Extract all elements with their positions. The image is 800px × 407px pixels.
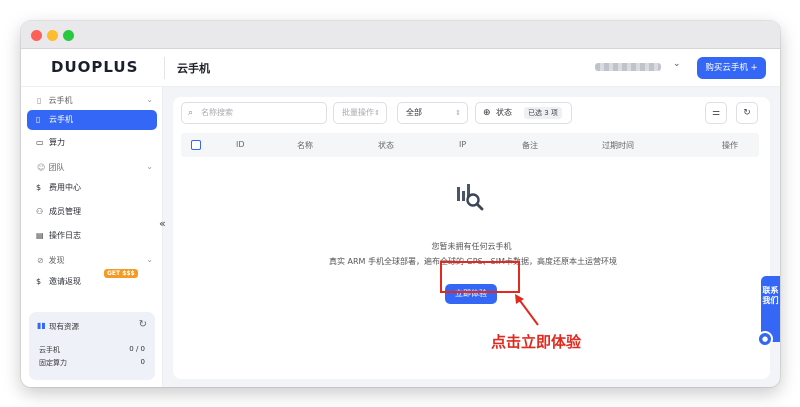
chevron-down-icon: ⌄ [146,162,153,171]
user-group-icon: ⚇ [36,207,44,216]
sidebar-item-compute[interactable]: ▭ 算力 [27,133,157,153]
search-icon: ⌕ [188,108,194,118]
column-header-status[interactable]: 状态 [378,140,394,151]
dollar-icon: $ [36,277,42,286]
window-titlebar [21,21,780,49]
column-header-remark[interactable]: 备注 [522,140,538,151]
batch-operation-label: 批量操作 [342,108,374,117]
phone-outline-icon: ▯ [37,96,42,105]
team-icon: ☺ [37,163,46,172]
table-header: ID 名称 状态 IP 备注 过期时间 操作 [181,133,759,157]
resource-value: 0 / 0 [129,345,145,353]
app-window: DUOPLUS 云手机 ⌄ 购买云手机 + ▯ 云手机 ⌄ ▯ 云手机 ▭ 算力… [21,21,780,387]
minimize-window-button[interactable] [47,30,58,41]
phone-icon: ▯ [36,115,41,124]
sidebar-item-operation-log[interactable]: ▤ 操作日志 [27,226,157,246]
dollar-circle-icon: $ [36,183,42,192]
get-money-badge: GET $$$ [104,269,138,278]
column-header-id[interactable]: ID [236,140,245,149]
plus-circle-icon: ⊕ [483,108,491,118]
status-selected-tag: 已选 3 项 [524,107,562,119]
empty-data-icon [457,184,484,211]
resource-label: 云手机 [39,346,60,354]
batch-operation-select[interactable]: 批量操作 ⇕ [333,102,387,124]
sidebar-group-label: 云手机 [48,96,73,105]
sidebar-group-cloud-phone[interactable]: ▯ 云手机 ⌄ [37,95,157,106]
refresh-icon: ↻ [743,108,751,118]
column-header-name[interactable]: 名称 [297,140,313,151]
select-all-checkbox[interactable] [191,140,201,150]
resource-label: 固定算力 [39,359,67,367]
filter-settings-button[interactable]: ⚌ [705,102,727,124]
collapse-sidebar-icon[interactable]: « [159,217,166,230]
empty-state-title: 您暂未拥有任何云手机 [431,242,512,251]
top-bar: DUOPLUS 云手机 ⌄ 购买云手机 + [21,49,780,87]
search-input[interactable]: ⌕ 名称搜索 [181,102,327,124]
refresh-button[interactable]: ↻ [736,102,758,124]
column-header-ip[interactable]: IP [459,140,466,149]
search-placeholder: 名称搜索 [201,108,233,117]
buy-cloud-phone-button[interactable]: 购买云手机 + [697,57,766,79]
column-header-expiry[interactable]: 过期时间 [602,140,634,151]
resources-card: ▮▮ 现有资源 ↻ 云手机 0 / 0 固定算力 0 [29,312,155,380]
refresh-icon[interactable]: ↻ [139,319,147,330]
sidebar-item-label: 操作日志 [49,231,81,240]
sidebar-item-billing[interactable]: $ 费用中心 [27,178,157,198]
sidebar-group-label: 团队 [48,163,65,172]
sidebar-item-cloud-phone[interactable]: ▯ 云手机 [27,110,157,130]
sliders-icon: ⚌ [711,108,721,118]
chevron-down-icon: ⌄ [146,255,153,264]
sidebar-item-label: 算力 [49,138,65,147]
resources-title: 现有资源 [49,322,79,331]
resource-row-fixed-compute: 固定算力 0 [39,358,145,368]
sidebar-item-invite[interactable]: $ 邀请返现 GET $$$ [27,269,157,292]
resource-value: 0 [140,358,145,366]
sidebar-group-discover[interactable]: ⊘ 发现 ⌄ [37,255,157,266]
divider [164,57,165,79]
sidebar-group-label: 发现 [48,256,65,265]
monitor-icon: ▭ [36,138,44,147]
close-window-button[interactable] [31,30,42,41]
app-logo[interactable]: DUOPLUS [51,58,138,76]
main-panel: ⌕ 名称搜索 批量操作 ⇕ 全部 ⇕ ⊕ 状态 已选 3 项 ⚌ ↻ ID 名称… [173,97,770,379]
sidebar-item-label: 云手机 [49,115,73,124]
chevron-down-icon: ⌄ [146,95,153,104]
log-icon: ▤ [36,231,44,240]
sidebar-item-label: 邀请返现 [49,277,81,286]
resource-row-cloud-phone: 云手机 0 / 0 [39,345,145,355]
annotation-text: 点击立即体验 [491,333,582,351]
sidebar: ▯ 云手机 ⌄ ▯ 云手机 ▭ 算力 ☺ 团队 ⌄ $ 费用中心 ⚇ 成员管理 … [21,87,163,387]
chat-bubble-icon[interactable]: ● [757,331,773,347]
sidebar-item-label: 费用中心 [49,183,81,192]
sidebar-item-label: 成员管理 [49,207,81,216]
chevron-down-icon[interactable]: ⌄ [673,59,681,69]
select-caret-icon: ⇕ [455,109,461,117]
filter-select-value: 全部 [406,108,422,117]
status-filter-label: 状态 [496,108,512,117]
page-title: 云手机 [177,62,210,75]
maximize-window-button[interactable] [63,30,74,41]
column-header-actions: 操作 [722,141,738,150]
compass-icon: ⊘ [37,256,44,265]
sidebar-group-team[interactable]: ☺ 团队 ⌄ [37,162,157,173]
account-name-blurred[interactable] [595,63,661,71]
highlight-box [440,261,520,293]
filter-select[interactable]: 全部 ⇕ [397,102,468,124]
select-caret-icon: ⇕ [374,109,380,117]
bar-chart-icon: ▮▮ [37,321,46,330]
status-filter[interactable]: ⊕ 状态 已选 3 项 [475,102,572,124]
sidebar-item-members[interactable]: ⚇ 成员管理 [27,202,157,222]
